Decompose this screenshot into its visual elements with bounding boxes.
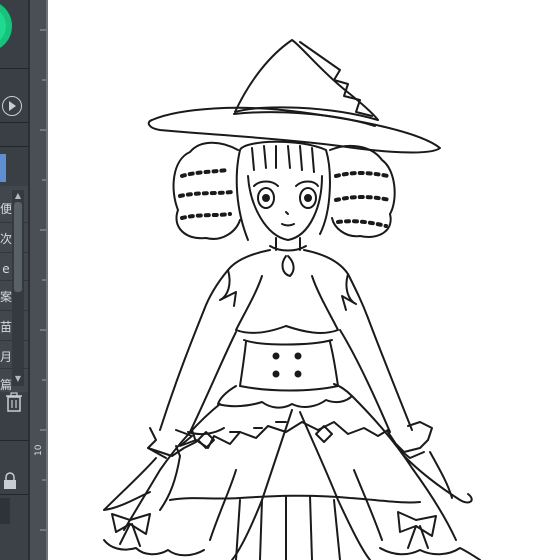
skirt bbox=[123, 395, 457, 560]
selected-layer-indicator[interactable] bbox=[0, 154, 6, 182]
list-item[interactable]: e bbox=[0, 256, 12, 282]
list-item[interactable]: 苗 bbox=[0, 314, 12, 340]
panel-divider-line bbox=[0, 122, 28, 123]
panel-divider-line bbox=[0, 146, 28, 147]
witch-hat bbox=[147, 39, 441, 154]
play-icon[interactable] bbox=[2, 96, 22, 116]
chevron-down-icon[interactable]: ▼ bbox=[13, 374, 23, 384]
panel-divider-line bbox=[0, 68, 28, 69]
lower-ruffle bbox=[103, 539, 481, 560]
tool-button[interactable] bbox=[0, 498, 10, 524]
bodice bbox=[217, 275, 353, 409]
face bbox=[247, 175, 323, 241]
list-scroll-thumb[interactable] bbox=[14, 202, 22, 292]
arms bbox=[159, 309, 413, 433]
neck-and-collar bbox=[269, 237, 307, 277]
trash-icon[interactable] bbox=[5, 392, 23, 412]
panel-divider-line bbox=[0, 440, 28, 441]
list-item[interactable]: 案 bbox=[0, 284, 12, 310]
panel-divider-line bbox=[0, 494, 28, 495]
list-item[interactable]: 便 bbox=[0, 196, 12, 222]
bows bbox=[111, 511, 437, 549]
ruler-label: 10 bbox=[34, 444, 44, 456]
lock-icon[interactable] bbox=[2, 472, 18, 490]
list-item[interactable]: 次 bbox=[0, 226, 12, 252]
list-item[interactable]: 月 bbox=[0, 344, 12, 370]
chevron-up-icon[interactable]: ▲ bbox=[13, 191, 23, 201]
drawing-canvas[interactable] bbox=[48, 0, 542, 560]
cape-and-shoulders bbox=[203, 249, 369, 319]
